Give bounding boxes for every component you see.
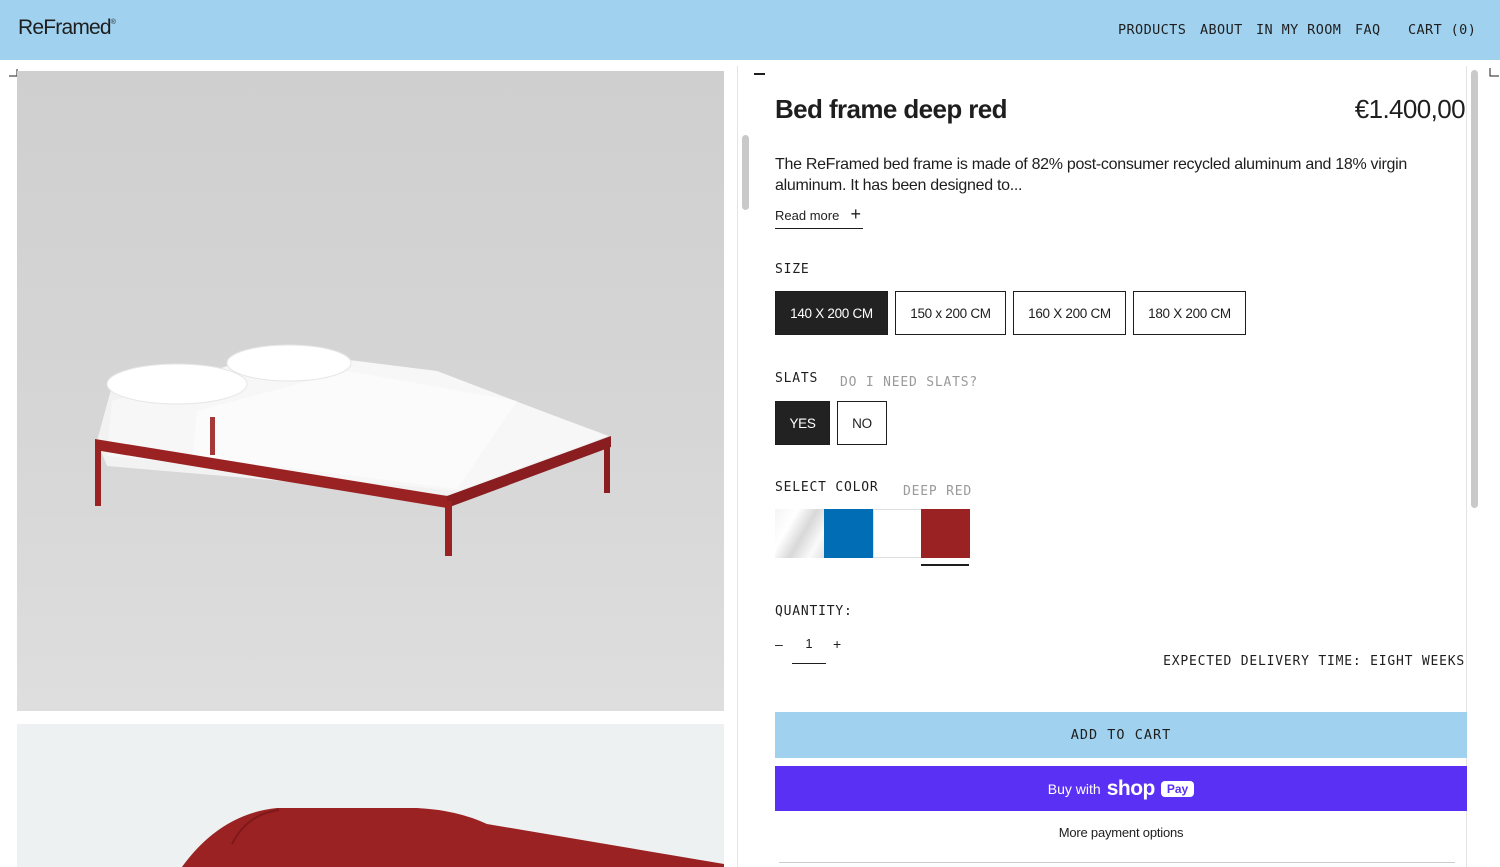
size-option-140[interactable]: 140 X 200 CM bbox=[775, 291, 888, 335]
color-swatch-white[interactable] bbox=[873, 509, 922, 558]
shop-pay-prefix: Buy with bbox=[1047, 780, 1101, 797]
column-divider bbox=[737, 66, 738, 867]
product-info-panel: Bed frame deep red €1.400,00 The ReFrame… bbox=[753, 66, 1467, 867]
quantity-label: QUANTITY: bbox=[775, 604, 853, 619]
frame-detail-illustration bbox=[181, 808, 724, 867]
size-label: SIZE bbox=[775, 262, 810, 277]
section-dash bbox=[754, 73, 765, 75]
shop-pay-logo: shop bbox=[1106, 776, 1156, 800]
delivery-time: EXPECTED DELIVERY TIME: EIGHT WEEKS bbox=[1163, 654, 1465, 669]
shop-pay-button[interactable]: Buy with shop Pay bbox=[775, 766, 1467, 811]
size-option-180[interactable]: 180 X 200 CM bbox=[1133, 291, 1246, 335]
plus-icon: + bbox=[850, 204, 861, 224]
gallery-scrollbar[interactable] bbox=[742, 135, 749, 210]
slats-help-link[interactable]: DO I NEED SLATS? bbox=[840, 375, 978, 390]
selected-swatch-indicator bbox=[921, 564, 969, 566]
shop-pay-badge: Pay bbox=[1160, 780, 1195, 797]
site-header: ReFramed® PRODUCTS ABOUT IN MY ROOM FAQ … bbox=[0, 0, 1500, 60]
size-option-160[interactable]: 160 X 200 CM bbox=[1013, 291, 1126, 335]
nav-faq[interactable]: FAQ bbox=[1355, 22, 1381, 38]
brand-logo[interactable]: ReFramed® bbox=[18, 16, 116, 40]
color-swatch-aluminum[interactable] bbox=[775, 509, 824, 558]
nav-cart[interactable]: CART (0) bbox=[1408, 22, 1476, 38]
product-image-detail[interactable] bbox=[17, 724, 724, 867]
selected-color-name: DEEP RED bbox=[903, 484, 973, 499]
add-to-cart-label: ADD TO CART bbox=[1070, 727, 1172, 743]
read-more-link[interactable]: Read more + bbox=[775, 204, 863, 229]
color-label: SELECT COLOR bbox=[775, 480, 879, 495]
quantity-decrease-button[interactable]: – bbox=[775, 636, 783, 652]
corner-mark-right bbox=[1489, 68, 1499, 77]
color-swatch-blue[interactable] bbox=[824, 509, 873, 558]
add-to-cart-button[interactable]: ADD TO CART bbox=[775, 712, 1467, 758]
brand-name: ReFramed bbox=[18, 16, 112, 39]
product-gallery[interactable] bbox=[0, 60, 740, 867]
color-swatch-deep-red[interactable] bbox=[921, 509, 970, 558]
slats-label: SLATS bbox=[775, 371, 819, 386]
product-image-bed[interactable] bbox=[17, 71, 724, 711]
quantity-increase-button[interactable]: + bbox=[833, 636, 841, 652]
registered-mark: ® bbox=[110, 19, 116, 26]
panel-bottom-divider bbox=[779, 862, 1455, 865]
slats-option-no[interactable]: NO bbox=[837, 401, 887, 445]
panel-scrollbar[interactable] bbox=[1471, 70, 1478, 508]
nav-about[interactable]: ABOUT bbox=[1200, 22, 1243, 38]
read-more-label: Read more bbox=[775, 208, 840, 223]
more-payment-options-link[interactable]: More payment options bbox=[775, 825, 1467, 840]
nav-in-my-room[interactable]: IN MY ROOM bbox=[1256, 22, 1341, 38]
product-title: Bed frame deep red bbox=[775, 94, 1008, 124]
nav-products[interactable]: PRODUCTS bbox=[1118, 22, 1186, 38]
bed-illustration bbox=[95, 344, 611, 556]
product-description: The ReFramed bed frame is made of 82% po… bbox=[775, 156, 1407, 194]
slats-option-yes[interactable]: YES bbox=[775, 401, 830, 445]
product-price: €1.400,00 bbox=[1354, 94, 1466, 124]
size-option-150[interactable]: 150 x 200 CM bbox=[895, 291, 1006, 335]
quantity-input[interactable]: 1 bbox=[792, 636, 826, 664]
